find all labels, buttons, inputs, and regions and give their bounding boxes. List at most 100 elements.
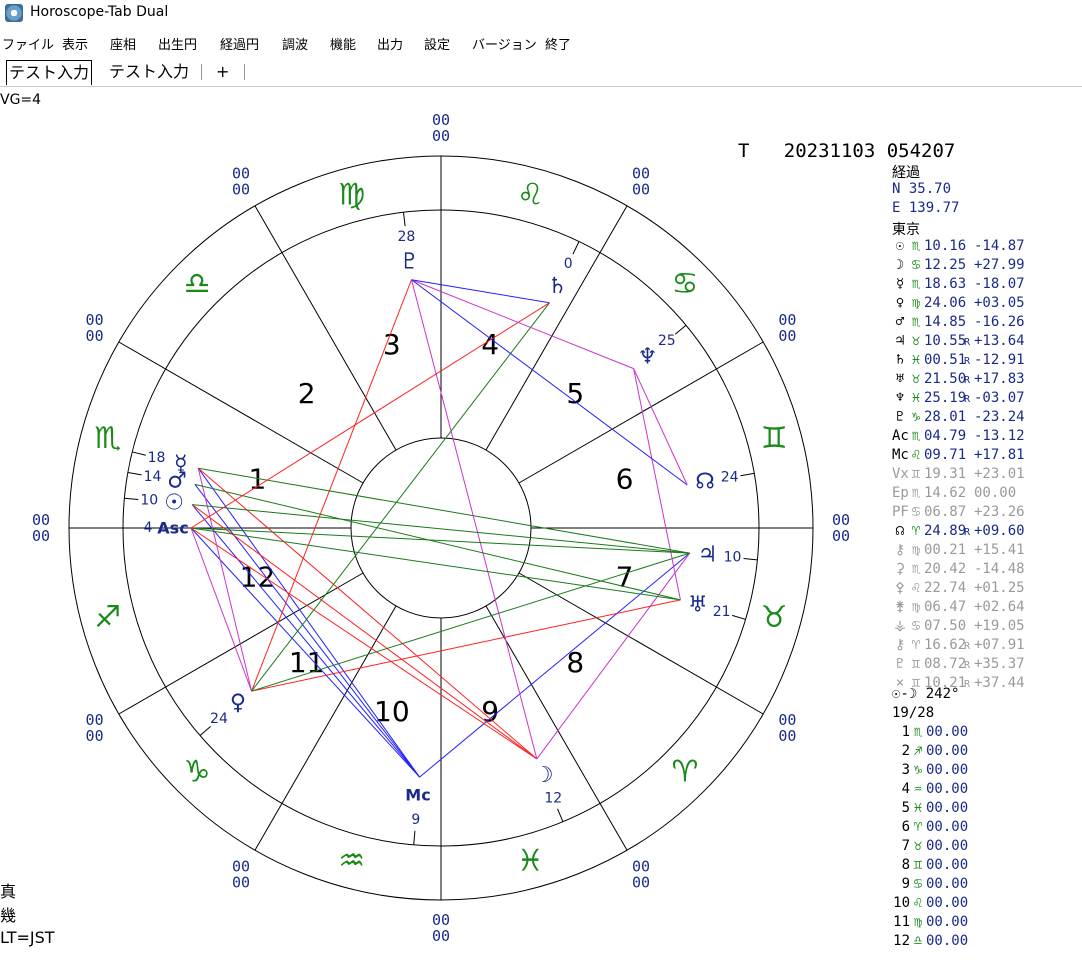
planet-glyph: ☽ bbox=[895, 257, 905, 273]
planet-row: ☊ ♈ 24.89R +09.60 bbox=[892, 523, 1030, 542]
sign-glyph: ♊ bbox=[911, 466, 921, 482]
planet-glyph: ♀ bbox=[895, 295, 905, 311]
transit-datetime: T 20231103 054207 bbox=[738, 140, 956, 162]
sun-icon: ☉ bbox=[164, 490, 184, 515]
planet-row: ♇ ♊ 08.72R +35.37 bbox=[892, 656, 1030, 675]
planet-glyph: ♃ bbox=[895, 333, 905, 349]
planet-degree: 22.74 bbox=[924, 580, 967, 596]
menu-view[interactable]: 表示 bbox=[62, 34, 88, 53]
mercury-degree-label: 18 bbox=[148, 450, 166, 466]
planet-degree: 16.62 bbox=[924, 637, 967, 653]
planet-glyph: ☉ bbox=[895, 238, 905, 254]
menu-settings[interactable]: 設定 bbox=[424, 34, 450, 53]
menu-transit[interactable]: 経過円 bbox=[220, 34, 259, 53]
planet-tick bbox=[127, 471, 142, 476]
cusp-sign-glyph: ♒ bbox=[913, 781, 923, 797]
tab-test-input-2[interactable]: テスト入力 bbox=[107, 60, 191, 84]
planet-degree: 24.06 bbox=[924, 295, 967, 311]
planet-degree: 04.79 bbox=[924, 428, 967, 444]
menu-natal[interactable]: 出生円 bbox=[158, 34, 197, 53]
mc-degree-label: 9 bbox=[411, 812, 420, 828]
menu-file[interactable]: ファイル bbox=[2, 34, 54, 53]
planet-latitude: +15.41 bbox=[974, 542, 1025, 558]
sign-glyph: ♉ bbox=[911, 333, 921, 349]
planet-glyph: ♆ bbox=[895, 390, 905, 406]
sign-glyph: ♏ bbox=[911, 276, 921, 292]
planet-degree: 07.50 bbox=[924, 618, 967, 634]
cusp-minute-label: 00 bbox=[232, 181, 250, 199]
app-icon bbox=[5, 4, 23, 22]
planet-glyph: Mc bbox=[892, 447, 909, 463]
planet-degree: 06.87 bbox=[924, 504, 967, 520]
zodiac-aquarius-icon: ♒ bbox=[338, 844, 365, 879]
cusp-sign-glyph: ♋ bbox=[913, 876, 923, 892]
planet-latitude: +37.44 bbox=[974, 675, 1025, 691]
cusp-degree: 00.00 bbox=[926, 743, 969, 759]
planet-latitude: -14.87 bbox=[974, 238, 1025, 254]
cusp-number: 2 bbox=[901, 743, 910, 759]
aspect-line bbox=[190, 302, 550, 529]
menu-aspect[interactable]: 座相 bbox=[110, 34, 136, 53]
cusp-minute-label: 00 bbox=[832, 527, 850, 545]
aspect-line bbox=[633, 368, 688, 486]
cusp-sign-glyph: ♊ bbox=[913, 857, 923, 873]
tab-test-input-1[interactable]: テスト入力 bbox=[6, 60, 93, 85]
house-cusp-row: 8 ♊ 00.00 bbox=[892, 857, 969, 876]
planet-latitude: +27.99 bbox=[974, 257, 1025, 273]
moon-icon: ☽ bbox=[534, 763, 554, 788]
zodiac-pisces-icon: ♓ bbox=[517, 844, 544, 879]
add-tab-button[interactable]: + bbox=[214, 60, 231, 84]
cusp-degree: 00.00 bbox=[926, 857, 969, 873]
house-cusp-line bbox=[485, 605, 628, 851]
menu-function[interactable]: 機能 bbox=[330, 34, 356, 53]
cusp-minute-label: 00 bbox=[32, 527, 50, 545]
planet-row: ♄ ♓ 00.51R -12.91 bbox=[892, 352, 1030, 371]
aspect-line bbox=[192, 504, 690, 554]
planet-degree: 25.19 bbox=[924, 390, 967, 406]
planet-glyph: ♄ bbox=[895, 352, 905, 368]
cusp-minute-label: 00 bbox=[632, 181, 650, 199]
sign-glyph: ♍ bbox=[911, 295, 921, 311]
planet-degree: 24.89 bbox=[924, 523, 967, 539]
planet-glyph: Vx bbox=[892, 466, 909, 482]
planet-tick bbox=[743, 558, 758, 561]
house-cusp-line bbox=[254, 205, 397, 451]
house-number: 6 bbox=[616, 462, 634, 495]
menu-version[interactable]: バージョン bbox=[472, 34, 537, 53]
house-cusp-row: 4 ♒ 00.00 bbox=[892, 781, 969, 800]
aspect-line bbox=[251, 302, 550, 692]
zodiac-taurus-icon: ♉ bbox=[761, 600, 788, 635]
planet-glyph: ⚷ bbox=[894, 637, 906, 653]
sign-glyph: ♋ bbox=[911, 618, 921, 634]
menu-exit[interactable]: 終了 bbox=[545, 34, 571, 53]
cusp-minute-label: 00 bbox=[232, 873, 250, 891]
title-bar: Horoscope-Tab Dual bbox=[0, 0, 1082, 28]
planet-row: ⚶ ♋ 07.50 +19.05 bbox=[892, 618, 1030, 637]
cusp-number: 3 bbox=[901, 762, 910, 778]
zodiac-cancer-icon: ♋ bbox=[671, 267, 698, 302]
planet-degree: 20.42 bbox=[924, 561, 967, 577]
horoscope-wheel[interactable]: 0000000000000000000000000000000000000000… bbox=[0, 88, 880, 967]
cusp-number: 6 bbox=[901, 819, 910, 835]
planet-degree: 21.50 bbox=[924, 371, 967, 387]
aspect-line bbox=[190, 527, 538, 760]
aspect-line bbox=[411, 279, 634, 370]
planet-latitude: +01.25 bbox=[974, 580, 1025, 596]
menu-harmonic[interactable]: 調波 bbox=[282, 34, 308, 53]
planet-tick bbox=[732, 614, 746, 620]
saturn-degree-label: 0 bbox=[564, 256, 573, 272]
planet-latitude: -16.26 bbox=[974, 314, 1025, 330]
planet-row: ☽ ♋ 12.25 +27.99 bbox=[892, 257, 1030, 276]
sign-glyph: ♏ bbox=[911, 314, 921, 330]
aspect-line bbox=[251, 279, 412, 692]
house-cusp-row: 7 ♉ 00.00 bbox=[892, 838, 969, 857]
planet-row: Ep ♏ 14.62 00.00 bbox=[892, 485, 1030, 504]
zodiac-leo-icon: ♌ bbox=[517, 177, 544, 212]
sign-glyph: ♊ bbox=[911, 656, 921, 672]
cusp-sign-glyph: ♍ bbox=[913, 914, 923, 930]
cusp-number: 1 bbox=[901, 724, 910, 740]
menu-output[interactable]: 出力 bbox=[377, 34, 403, 53]
house-cusp-row: 1 ♏ 00.00 bbox=[892, 724, 969, 743]
cusp-sign-glyph: ♐ bbox=[913, 743, 923, 759]
planet-row: ⚳ ♏ 20.42 -14.48 bbox=[892, 561, 1030, 580]
